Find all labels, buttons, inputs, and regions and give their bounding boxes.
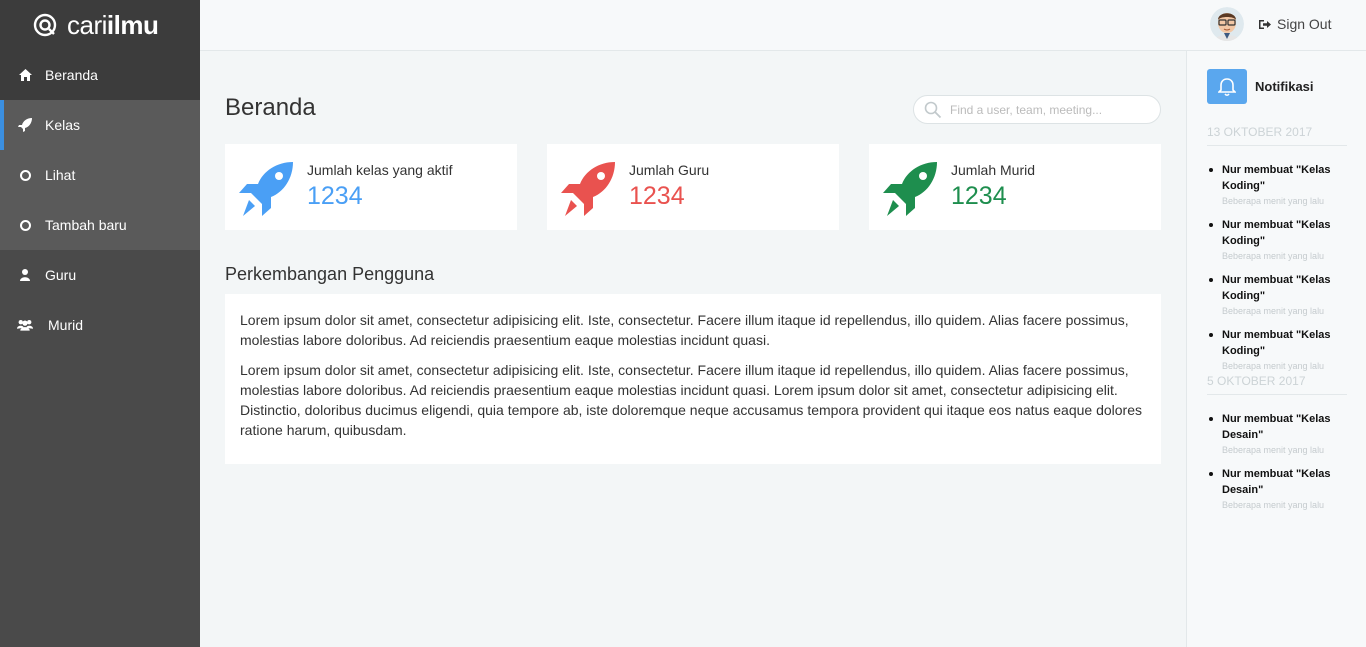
sidebar-item-tambah-baru[interactable]: Tambah baru <box>0 200 200 250</box>
stat-value: 1234 <box>307 182 363 210</box>
circle-icon <box>17 167 33 183</box>
brand-name: cariilmu <box>67 9 159 40</box>
rocket-icon <box>239 162 293 216</box>
notification-item[interactable]: Nur membuat "Kelas Koding" Beberapa menit… <box>1207 162 1347 209</box>
paragraph: Lorem ipsum dolor sit amet, consectetur … <box>240 362 1142 438</box>
sidebar-item-label: Lihat <box>45 167 76 183</box>
brand-logo[interactable]: cariilmu <box>0 0 200 50</box>
notification-item[interactable]: Nur membuat "Kelas Koding" Beberapa menit… <box>1207 272 1347 319</box>
notification-item[interactable]: Nur membuat "Kelas Koding" Beberapa menit… <box>1207 327 1347 374</box>
stat-value: 1234 <box>951 182 1007 210</box>
sidebar-item-label: Murid <box>48 317 84 333</box>
date-header: 5 OKTOBER 2017 <box>1207 374 1347 395</box>
sidebar-item-label: Kelas <box>45 117 81 133</box>
page-title: Beranda <box>225 94 316 121</box>
section-title: Perkembangan Pengguna <box>225 264 435 284</box>
stat-label: Jumlah Guru <box>629 162 710 178</box>
notifications-panel: Notifikasi 13 OKTOBER 2017 Nur membuat "… <box>1186 51 1366 647</box>
search-input[interactable] <box>950 102 1150 117</box>
search-box[interactable] <box>913 95 1161 124</box>
sidebar-item-beranda[interactable]: Beranda <box>0 50 200 100</box>
topbar: Sign Out <box>200 0 1366 51</box>
signout-icon <box>1259 19 1271 30</box>
avatar[interactable] <box>1210 7 1244 41</box>
stat-card-murid: Jumlah Murid 1234 <box>869 144 1161 230</box>
paragraph: Lorem ipsum dolor sit amet, consectetur … <box>240 312 1129 348</box>
notification-item[interactable]: Nur membuat "Kelas Desain" Beberapa menit… <box>1207 411 1347 458</box>
notification-item[interactable]: Nur membuat "Kelas Koding" Beberapa menit… <box>1207 217 1347 264</box>
user-icon <box>17 267 33 283</box>
signout-button[interactable]: Sign Out <box>1259 16 1331 32</box>
sidebar-item-label: Tambah baru <box>45 217 127 233</box>
stat-card-guru: Jumlah Guru 1234 <box>547 144 839 230</box>
home-icon <box>17 67 33 83</box>
sidebar-item-murid[interactable]: Murid <box>0 300 200 350</box>
users-icon <box>17 317 33 333</box>
date-header: 13 OKTOBER 2017 <box>1207 125 1347 146</box>
stat-label: Jumlah kelas yang aktif <box>307 162 453 178</box>
notification-list: Nur membuat "Kelas Koding" Beberapa menit… <box>1207 162 1347 382</box>
sidebar-item-guru[interactable]: Guru <box>0 250 200 300</box>
signout-label: Sign Out <box>1277 16 1332 32</box>
stat-label: Jumlah Murid <box>951 162 1036 178</box>
sidebar-item-label: Guru <box>45 267 77 283</box>
stat-card-kelas: Jumlah kelas yang aktif 1234 <box>225 144 517 230</box>
sidebar: cariilmu Beranda Kelas Lihat Tambah baru… <box>0 0 200 647</box>
bell-icon[interactable] <box>1207 69 1247 104</box>
notification-list: Nur membuat "Kelas Desain" Beberapa menit… <box>1207 411 1347 521</box>
content-panel: Lorem ipsum dolor sit amet, consectetur … <box>225 294 1161 464</box>
notifications-header: Notifikasi <box>1207 69 1314 104</box>
rocket-icon <box>883 162 937 216</box>
sidebar-item-label: Beranda <box>45 67 98 83</box>
stat-value: 1234 <box>629 182 685 210</box>
search-icon <box>924 101 942 119</box>
rocket-icon <box>17 117 33 133</box>
sidebar-item-kelas[interactable]: Kelas <box>0 100 200 150</box>
rocket-icon <box>561 162 615 216</box>
notification-item[interactable]: Nur membuat "Kelas Desain" Beberapa menit… <box>1207 466 1347 513</box>
sidebar-item-lihat[interactable]: Lihat <box>0 150 200 200</box>
circle-icon <box>17 217 33 233</box>
logo-icon <box>33 13 57 37</box>
notifications-title: Notifikasi <box>1255 79 1314 94</box>
